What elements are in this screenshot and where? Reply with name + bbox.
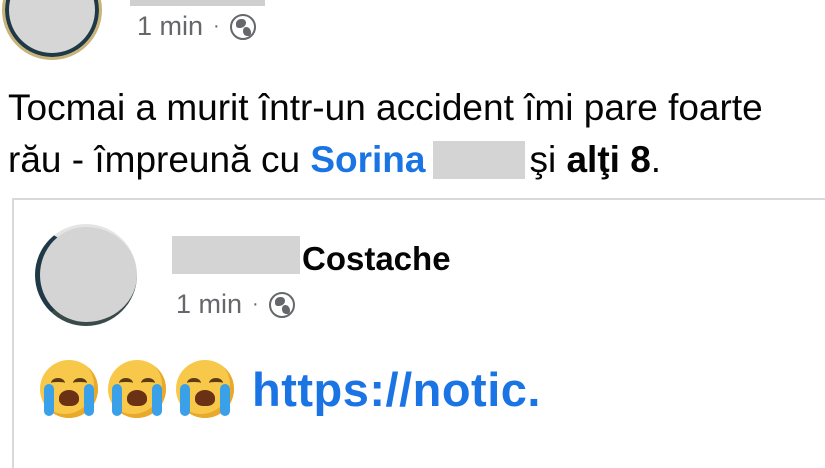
crying-face-icon bbox=[108, 360, 166, 418]
crying-face-icon bbox=[176, 360, 234, 418]
shared-author-name[interactable]: Costache bbox=[302, 240, 451, 278]
redacted-shared-author-first-name bbox=[172, 236, 300, 274]
globe-icon bbox=[268, 291, 295, 318]
post-text-end: . bbox=[650, 139, 662, 180]
post-timestamp[interactable]: 1 min bbox=[137, 11, 203, 42]
post-text: Tocmai a murit într-un accident îmi pare… bbox=[8, 82, 823, 186]
shared-post-card[interactable] bbox=[12, 198, 825, 468]
author-avatar[interactable] bbox=[2, 0, 102, 60]
post-text-and: şi bbox=[529, 139, 557, 180]
meta-separator: · bbox=[213, 15, 220, 37]
shared-post-content: https://notic. bbox=[40, 360, 541, 418]
globe-icon bbox=[229, 13, 256, 40]
meta-separator: · bbox=[252, 293, 259, 315]
crying-face-icon bbox=[40, 360, 98, 418]
redacted-author-name bbox=[130, 0, 265, 6]
shared-link[interactable]: https://notic. bbox=[252, 362, 541, 417]
shared-post-meta: 1 min · bbox=[176, 289, 295, 320]
post-meta: 1 min · bbox=[137, 11, 256, 42]
shared-post-timestamp[interactable]: 1 min bbox=[176, 289, 242, 320]
redacted-surname bbox=[433, 141, 526, 179]
shared-author-avatar[interactable] bbox=[35, 224, 137, 326]
tagged-person-link[interactable]: Sorina bbox=[310, 139, 425, 180]
others-tagged-link[interactable]: alţi 8 bbox=[566, 139, 650, 180]
